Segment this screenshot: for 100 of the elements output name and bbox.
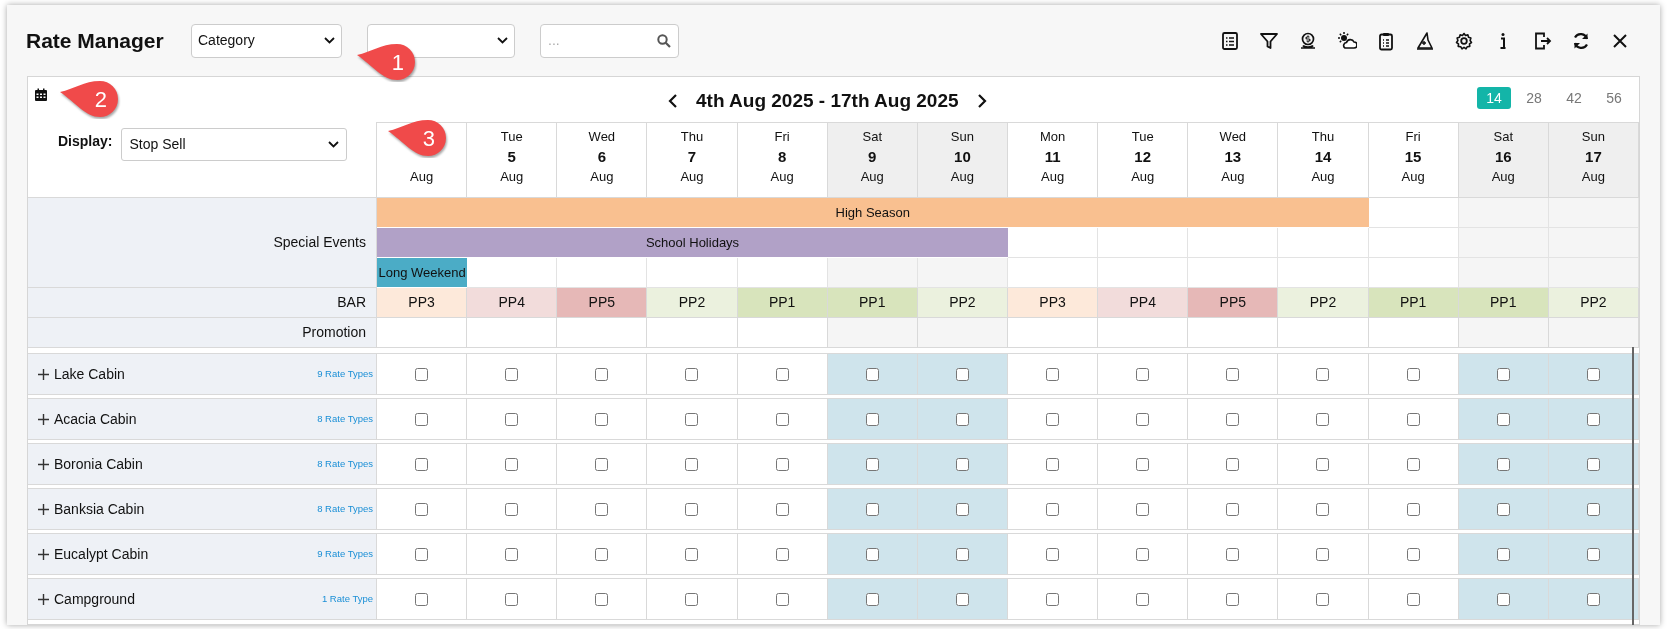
stop-sell-checkbox[interactable]: [415, 412, 429, 426]
chevron-right-icon[interactable]: [976, 93, 987, 110]
stop-sell-checkbox[interactable]: [505, 457, 519, 471]
stop-sell-checkbox[interactable]: [865, 457, 879, 471]
stop-sell-checkbox[interactable]: [1406, 412, 1420, 426]
stop-sell-checkbox[interactable]: [595, 592, 609, 606]
expand-icon[interactable]: [38, 503, 49, 515]
rate-types-link[interactable]: 8 Rate Types: [317, 411, 373, 427]
stop-sell-checkbox[interactable]: [1586, 412, 1600, 426]
stop-sell-checkbox[interactable]: [595, 457, 609, 471]
checklist-icon[interactable]: [1220, 30, 1240, 51]
stop-sell-checkbox[interactable]: [595, 367, 609, 381]
stop-sell-checkbox[interactable]: [685, 502, 699, 516]
stop-sell-checkbox[interactable]: [1226, 502, 1240, 516]
expand-icon[interactable]: [38, 413, 49, 425]
stop-sell-checkbox[interactable]: [955, 367, 969, 381]
stop-sell-checkbox[interactable]: [1406, 457, 1420, 471]
stop-sell-checkbox[interactable]: [1316, 592, 1330, 606]
stop-sell-checkbox[interactable]: [1136, 502, 1150, 516]
stop-sell-checkbox[interactable]: [415, 547, 429, 561]
stop-sell-checkbox[interactable]: [1136, 412, 1150, 426]
stop-sell-checkbox[interactable]: [1046, 457, 1060, 471]
stop-sell-checkbox[interactable]: [865, 547, 879, 561]
clipboard-icon[interactable]: [1376, 30, 1396, 51]
search-input[interactable]: ...: [548, 30, 648, 51]
search-icon[interactable]: [657, 33, 671, 48]
stop-sell-checkbox[interactable]: [865, 502, 879, 516]
stop-sell-checkbox[interactable]: [955, 502, 969, 516]
stop-sell-checkbox[interactable]: [685, 547, 699, 561]
display-select[interactable]: Stop Sell: [121, 128, 348, 161]
stop-sell-checkbox[interactable]: [415, 502, 429, 516]
stop-sell-checkbox[interactable]: [685, 412, 699, 426]
stop-sell-checkbox[interactable]: [1586, 367, 1600, 381]
stop-sell-checkbox[interactable]: [1226, 592, 1240, 606]
expand-icon[interactable]: [38, 458, 49, 470]
stop-sell-checkbox[interactable]: [1226, 547, 1240, 561]
calendar-icon[interactable]: [34, 88, 48, 102]
stop-sell-checkbox[interactable]: [955, 592, 969, 606]
stop-sell-checkbox[interactable]: [955, 457, 969, 471]
filter-icon[interactable]: [1259, 30, 1279, 51]
stop-sell-checkbox[interactable]: [1586, 592, 1600, 606]
stop-sell-checkbox[interactable]: [685, 592, 699, 606]
stop-sell-checkbox[interactable]: [415, 367, 429, 381]
stop-sell-checkbox[interactable]: [1046, 502, 1060, 516]
stop-sell-checkbox[interactable]: [955, 547, 969, 561]
stop-sell-checkbox[interactable]: [1226, 367, 1240, 381]
stop-sell-checkbox[interactable]: [685, 367, 699, 381]
stop-sell-checkbox[interactable]: [775, 457, 789, 471]
filter-select[interactable]: Category: [191, 23, 342, 58]
stop-sell-checkbox[interactable]: [1406, 547, 1420, 561]
dollar-coin-icon[interactable]: [1298, 30, 1318, 51]
expand-icon[interactable]: [38, 368, 49, 380]
stop-sell-checkbox[interactable]: [505, 592, 519, 606]
settings-icon[interactable]: [1454, 30, 1474, 51]
stop-sell-checkbox[interactable]: [505, 367, 519, 381]
stop-sell-checkbox[interactable]: [1136, 592, 1150, 606]
stop-sell-checkbox[interactable]: [415, 457, 429, 471]
range-option[interactable]: 14: [1477, 87, 1511, 109]
refresh-icon[interactable]: [1571, 30, 1591, 51]
stop-sell-checkbox[interactable]: [1406, 502, 1420, 516]
stop-sell-checkbox[interactable]: [775, 412, 789, 426]
search-field[interactable]: ...: [540, 23, 679, 58]
stop-sell-checkbox[interactable]: [505, 547, 519, 561]
rate-types-link[interactable]: 1 Rate Type: [321, 591, 373, 607]
stop-sell-checkbox[interactable]: [1046, 412, 1060, 426]
stop-sell-checkbox[interactable]: [775, 502, 789, 516]
stop-sell-checkbox[interactable]: [1586, 502, 1600, 516]
stop-sell-checkbox[interactable]: [1316, 412, 1330, 426]
stop-sell-checkbox[interactable]: [1496, 457, 1510, 471]
stop-sell-checkbox[interactable]: [1136, 547, 1150, 561]
stop-sell-checkbox[interactable]: [1136, 457, 1150, 471]
stop-sell-checkbox[interactable]: [1046, 547, 1060, 561]
sun-cloud-icon[interactable]: [1337, 30, 1357, 51]
stop-sell-checkbox[interactable]: [595, 502, 609, 516]
range-option[interactable]: 28: [1517, 87, 1551, 109]
stop-sell-checkbox[interactable]: [505, 502, 519, 516]
stop-sell-checkbox[interactable]: [415, 592, 429, 606]
stop-sell-checkbox[interactable]: [1496, 547, 1510, 561]
stop-sell-checkbox[interactable]: [775, 367, 789, 381]
stop-sell-checkbox[interactable]: [1496, 367, 1510, 381]
stop-sell-checkbox[interactable]: [1586, 457, 1600, 471]
triangle-ruler-icon[interactable]: [1415, 30, 1435, 51]
stop-sell-checkbox[interactable]: [1316, 457, 1330, 471]
expand-icon[interactable]: [38, 548, 49, 560]
expand-icon[interactable]: [38, 593, 49, 605]
stop-sell-checkbox[interactable]: [1046, 592, 1060, 606]
stop-sell-checkbox[interactable]: [1316, 547, 1330, 561]
stop-sell-checkbox[interactable]: [1046, 367, 1060, 381]
stop-sell-checkbox[interactable]: [1406, 592, 1420, 606]
export-icon[interactable]: [1532, 30, 1552, 51]
stop-sell-checkbox[interactable]: [865, 592, 879, 606]
stop-sell-checkbox[interactable]: [865, 367, 879, 381]
scrollbar[interactable]: [1632, 347, 1634, 625]
rate-types-link[interactable]: 9 Rate Types: [317, 366, 373, 382]
stop-sell-checkbox[interactable]: [1226, 412, 1240, 426]
stop-sell-checkbox[interactable]: [505, 412, 519, 426]
stop-sell-checkbox[interactable]: [595, 547, 609, 561]
stop-sell-checkbox[interactable]: [1496, 592, 1510, 606]
stop-sell-checkbox[interactable]: [1136, 367, 1150, 381]
stop-sell-checkbox[interactable]: [1496, 502, 1510, 516]
